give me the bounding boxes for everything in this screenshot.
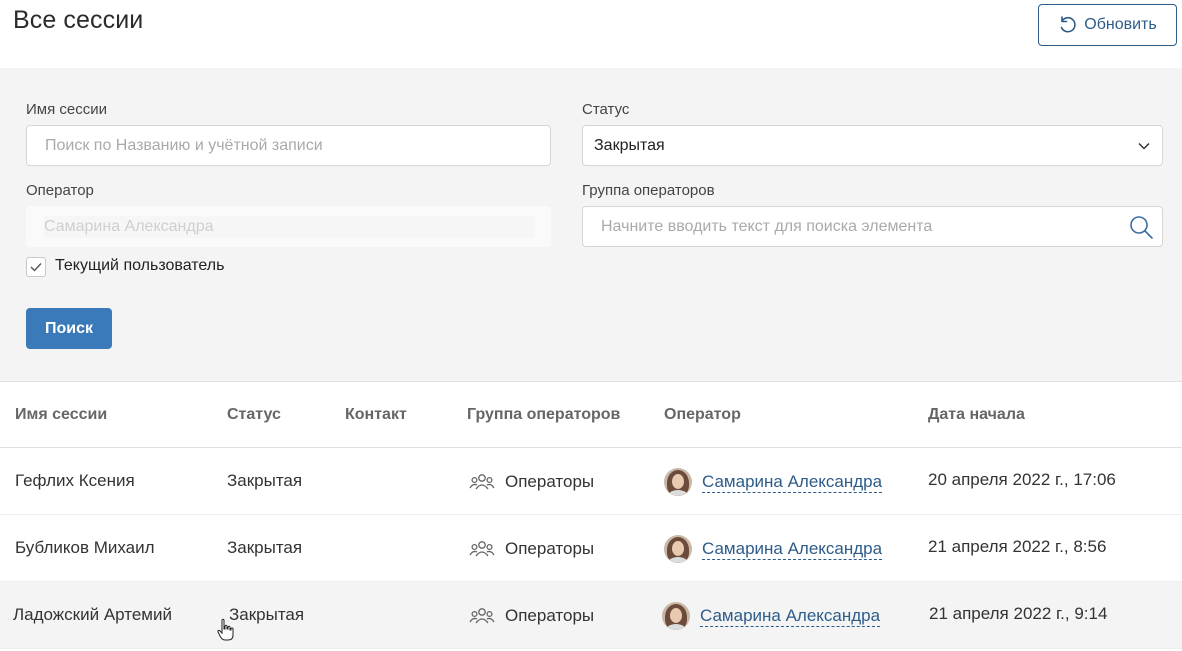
session-name-input[interactable]: Поиск по Названию и учётной записи: [26, 125, 551, 166]
search-icon[interactable]: [1128, 214, 1154, 240]
refresh-button[interactable]: Обновить: [1038, 4, 1177, 46]
filter-panel: Имя сессии Поиск по Названию и учётной з…: [0, 68, 1182, 381]
hand-cursor-icon: [217, 618, 234, 641]
operator-cell: Самарина Александра: [664, 468, 883, 496]
check-icon: [30, 263, 42, 272]
status-cell: Закрытая: [229, 605, 305, 624]
column-header-session-name[interactable]: Имя сессии: [15, 406, 107, 424]
status-cell: Закрытая: [227, 471, 303, 490]
operator-link[interactable]: Самарина Александра: [702, 472, 883, 493]
current-user-checkbox[interactable]: [26, 257, 46, 277]
search-button[interactable]: Поиск: [26, 308, 112, 349]
table-row[interactable]: Бубликов Михаил Закрытая Операторы Самар…: [0, 515, 1182, 582]
operator-label: Оператор: [26, 182, 94, 199]
session-name-placeholder: Поиск по Названию и учётной записи: [45, 136, 323, 154]
operator-group-name: Операторы: [505, 472, 595, 491]
avatar: [664, 535, 692, 563]
users-group-icon: [469, 474, 495, 490]
table-header: Имя сессии Статус Контакт Группа операто…: [0, 381, 1182, 448]
status-label: Статус: [582, 101, 630, 118]
session-name-cell: Ладожский Артемий: [13, 605, 172, 624]
column-header-operator[interactable]: Оператор: [664, 406, 741, 424]
page-title: Все сессии: [13, 6, 144, 34]
table-row[interactable]: Ладожский Артемий Закрытая Операторы Сам…: [0, 582, 1182, 649]
column-header-start-date[interactable]: Дата начала: [928, 406, 1025, 424]
session-name-cell: Бубликов Михаил: [15, 538, 155, 557]
avatar: [662, 602, 690, 630]
operator-field: Самарина Александра: [26, 206, 551, 247]
operator-cell: Самарина Александра: [662, 602, 881, 630]
operator-group-cell: Операторы: [469, 606, 594, 626]
operator-group-name: Операторы: [505, 606, 595, 625]
operator-group-cell: Операторы: [469, 472, 594, 492]
refresh-icon: [1060, 16, 1076, 33]
operator-group-placeholder: Начните вводить текст для поиска элемент…: [601, 217, 933, 235]
operator-group-name: Операторы: [505, 539, 595, 558]
status-select[interactable]: Закрытая: [582, 125, 1163, 166]
session-name-cell: Гефлих Ксения: [15, 471, 135, 490]
operator-group-cell: Операторы: [469, 539, 594, 559]
chevron-down-icon: [1138, 142, 1150, 150]
operator-cell: Самарина Александра: [664, 535, 883, 563]
sessions-table: Имя сессии Статус Контакт Группа операто…: [0, 381, 1182, 649]
operator-group-input[interactable]: Начните вводить текст для поиска элемент…: [582, 206, 1163, 247]
column-header-contact[interactable]: Контакт: [345, 406, 407, 424]
session-name-label: Имя сессии: [26, 101, 107, 118]
operator-group-label: Группа операторов: [582, 182, 715, 199]
operator-field-value: Самарина Александра: [44, 215, 534, 238]
status-cell: Закрытая: [227, 538, 303, 557]
start-date-cell: 21 апреля 2022 г., 8:56: [928, 537, 1107, 556]
users-group-icon: [469, 608, 495, 624]
table-row[interactable]: Гефлих Ксения Закрытая Операторы Самарин…: [0, 448, 1182, 515]
operator-link[interactable]: Самарина Александра: [702, 539, 883, 560]
operator-link[interactable]: Самарина Александра: [700, 606, 881, 627]
users-group-icon: [469, 541, 495, 557]
refresh-button-label: Обновить: [1084, 16, 1157, 33]
avatar: [664, 468, 692, 496]
start-date-cell: 20 апреля 2022 г., 17:06: [928, 470, 1116, 489]
column-header-operator-group[interactable]: Группа операторов: [467, 406, 620, 424]
current-user-label: Текущий пользователь: [55, 257, 225, 274]
column-header-status[interactable]: Статус: [227, 406, 281, 424]
status-select-value: Закрытая: [594, 136, 665, 154]
start-date-cell: 21 апреля 2022 г., 9:14: [929, 604, 1108, 623]
